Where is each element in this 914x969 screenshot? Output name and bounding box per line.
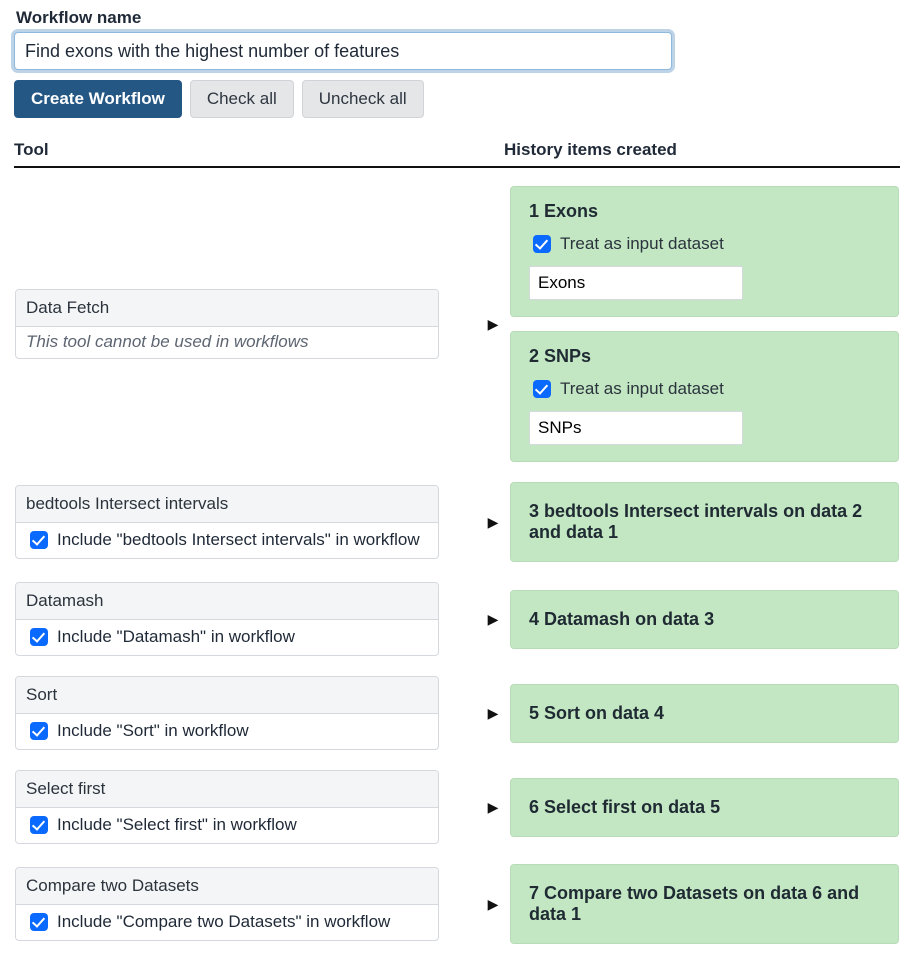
include-tool-checkbox[interactable] [30,531,48,549]
history-title: 5 Sort on data 4 [529,703,880,724]
workflow-row: Data Fetch This tool cannot be used in w… [14,185,900,463]
check-all-button[interactable]: Check all [190,80,294,118]
tool-card: Select first Include "Select first" in w… [15,770,439,844]
history-title: 1 Exons [529,201,880,222]
include-tool-label: Include "Datamash" in workflow [57,627,295,647]
workflow-row: Sort Include "Sort" in workflow ▶ 5 Sort… [14,675,900,751]
history-item-name-input[interactable] [529,411,743,445]
tool-card: Sort Include "Sort" in workflow [15,676,439,750]
tool-name: Select first [16,771,438,808]
treat-as-input-label[interactable]: Treat as input dataset [529,232,880,256]
history-card: 4 Datamash on data 3 [510,590,899,649]
tool-name: Compare two Datasets [16,868,438,905]
history-card: 2 SNPs Treat as input dataset [510,331,899,462]
treat-as-input-checkbox[interactable] [533,235,551,253]
history-card: 3 bedtools Intersect intervals on data 2… [510,482,899,562]
include-tool-checkbox[interactable] [30,913,48,931]
column-header-tool: Tool [14,136,482,167]
tool-name: Data Fetch [16,290,438,327]
workflow-name-input[interactable] [14,32,672,70]
arrow-icon: ▶ [482,863,504,945]
uncheck-all-button[interactable]: Uncheck all [302,80,424,118]
history-title: 4 Datamash on data 3 [529,609,880,630]
tool-name: Sort [16,677,438,714]
history-title: 3 bedtools Intersect intervals on data 2… [529,501,880,543]
arrow-icon: ▶ [482,581,504,657]
include-tool-checkbox[interactable] [30,816,48,834]
tool-card: bedtools Intersect intervals Include "be… [15,485,439,559]
arrow-icon: ▶ [482,185,504,463]
arrow-icon: ▶ [482,675,504,751]
include-tool-label: Include "Compare two Datasets" in workfl… [57,912,390,932]
history-card: 5 Sort on data 4 [510,684,899,743]
include-tool-label: Include "Select first" in workflow [57,815,297,835]
workflow-row: bedtools Intersect intervals Include "be… [14,481,900,563]
tool-name: bedtools Intersect intervals [16,486,438,523]
include-tool-checkbox[interactable] [30,628,48,646]
history-title: 7 Compare two Datasets on data 6 and dat… [529,883,880,925]
tool-card: Compare two Datasets Include "Compare tw… [15,867,439,941]
arrow-icon: ▶ [482,481,504,563]
tool-disabled-note: This tool cannot be used in workflows [16,327,438,358]
history-card: 1 Exons Treat as input dataset [510,186,899,317]
history-title: 6 Select first on data 5 [529,797,880,818]
include-tool-checkbox[interactable] [30,722,48,740]
history-item-name-input[interactable] [529,266,743,300]
create-workflow-button[interactable]: Create Workflow [14,80,182,118]
workflow-row: Compare two Datasets Include "Compare tw… [14,863,900,945]
history-card: 7 Compare two Datasets on data 6 and dat… [510,864,899,944]
include-tool-label: Include "Sort" in workflow [57,721,249,741]
workflow-row: Datamash Include "Datamash" in workflow … [14,581,900,657]
history-card: 6 Select first on data 5 [510,778,899,837]
column-header-history: History items created [504,136,900,167]
workflow-row: Select first Include "Select first" in w… [14,769,900,845]
tool-card: Datamash Include "Datamash" in workflow [15,582,439,656]
workflow-name-label: Workflow name [16,8,900,28]
tool-card: Data Fetch This tool cannot be used in w… [15,289,439,359]
treat-as-input-label[interactable]: Treat as input dataset [529,377,880,401]
treat-as-input-checkbox[interactable] [533,380,551,398]
history-title: 2 SNPs [529,346,880,367]
tool-name: Datamash [16,583,438,620]
arrow-icon: ▶ [482,769,504,845]
include-tool-label: Include "bedtools Intersect intervals" i… [57,530,420,550]
